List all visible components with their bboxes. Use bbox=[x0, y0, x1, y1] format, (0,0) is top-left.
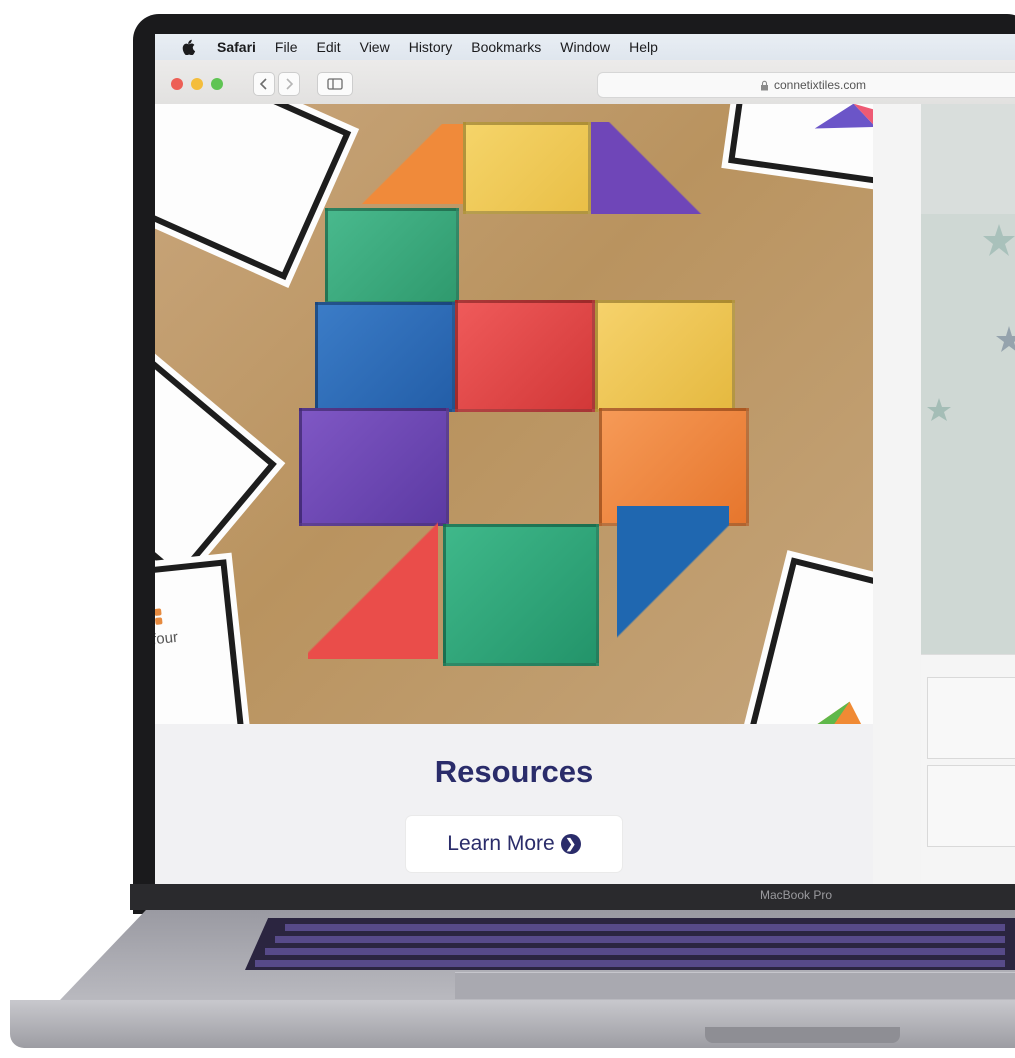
flashcard bbox=[742, 557, 873, 724]
address-bar[interactable]: connetixtiles.com bbox=[597, 72, 1015, 98]
adjacent-page-border bbox=[873, 104, 921, 884]
lock-icon bbox=[760, 80, 768, 90]
circle-chevron-right-icon: ❯ bbox=[560, 834, 581, 854]
flashcard bbox=[728, 104, 873, 189]
menu-bookmarks[interactable]: Bookmarks bbox=[471, 39, 541, 55]
dresser bbox=[921, 654, 1015, 884]
menu-file[interactable]: File bbox=[275, 39, 298, 55]
model-label: MacBook Pro bbox=[760, 888, 833, 902]
trackpad bbox=[455, 972, 1015, 999]
laptop-hinge: MacBook Pro bbox=[130, 884, 1015, 910]
hero-image: four bbox=[155, 104, 873, 724]
section-title: Resources bbox=[434, 754, 594, 789]
tile-purple-triangle bbox=[591, 122, 717, 214]
chevron-left-icon bbox=[259, 78, 267, 90]
screen: Safari File Edit View History Bookmarks … bbox=[155, 34, 1015, 884]
url-text: connetixtiles.com bbox=[773, 78, 867, 92]
tile-purple bbox=[299, 408, 449, 526]
shape-icon bbox=[814, 104, 873, 129]
stars-decoration bbox=[927, 224, 1015, 421]
tile-blue bbox=[315, 302, 455, 412]
sidebar-icon bbox=[327, 78, 343, 90]
keyboard bbox=[245, 918, 1015, 970]
menu-history[interactable]: History bbox=[409, 39, 453, 55]
chevron-right-icon bbox=[286, 78, 294, 90]
back-button[interactable] bbox=[253, 72, 275, 96]
tile-green bbox=[443, 524, 599, 666]
close-window-button[interactable] bbox=[171, 78, 183, 90]
forward-button[interactable] bbox=[278, 72, 300, 96]
menu-bar: Safari File Edit View History Bookmarks … bbox=[155, 34, 1015, 60]
tile-blue-triangle bbox=[617, 506, 729, 654]
tile-yellow bbox=[463, 122, 591, 214]
nursery-photo bbox=[921, 214, 1015, 654]
laptop-notch bbox=[705, 1027, 900, 1043]
menu-help[interactable]: Help bbox=[629, 39, 658, 55]
learn-more-label: Learn More bbox=[447, 832, 555, 855]
minimize-window-button[interactable] bbox=[191, 78, 203, 90]
tile-yellow bbox=[595, 300, 735, 412]
browser-toolbar: connetixtiles.com bbox=[155, 60, 1015, 105]
flashcard bbox=[155, 104, 352, 281]
learn-more-button[interactable]: Learn More ❯ bbox=[406, 816, 622, 872]
tile-green bbox=[325, 208, 459, 304]
flashcard bbox=[155, 359, 277, 581]
tile-orange-triangle bbox=[338, 124, 468, 204]
sidebar-button[interactable] bbox=[317, 72, 353, 96]
apple-icon[interactable] bbox=[179, 39, 197, 55]
shape-icon bbox=[806, 701, 873, 724]
menu-app-name[interactable]: Safari bbox=[217, 39, 256, 55]
zoom-window-button[interactable] bbox=[211, 78, 223, 90]
tile-red-triangle bbox=[308, 519, 438, 659]
card-word: four bbox=[155, 628, 179, 649]
menu-window[interactable]: Window bbox=[560, 39, 610, 55]
tile-red bbox=[455, 300, 595, 412]
menu-view[interactable]: View bbox=[360, 39, 390, 55]
menu-edit[interactable]: Edit bbox=[316, 39, 340, 55]
flashcard-four: four bbox=[155, 559, 248, 724]
